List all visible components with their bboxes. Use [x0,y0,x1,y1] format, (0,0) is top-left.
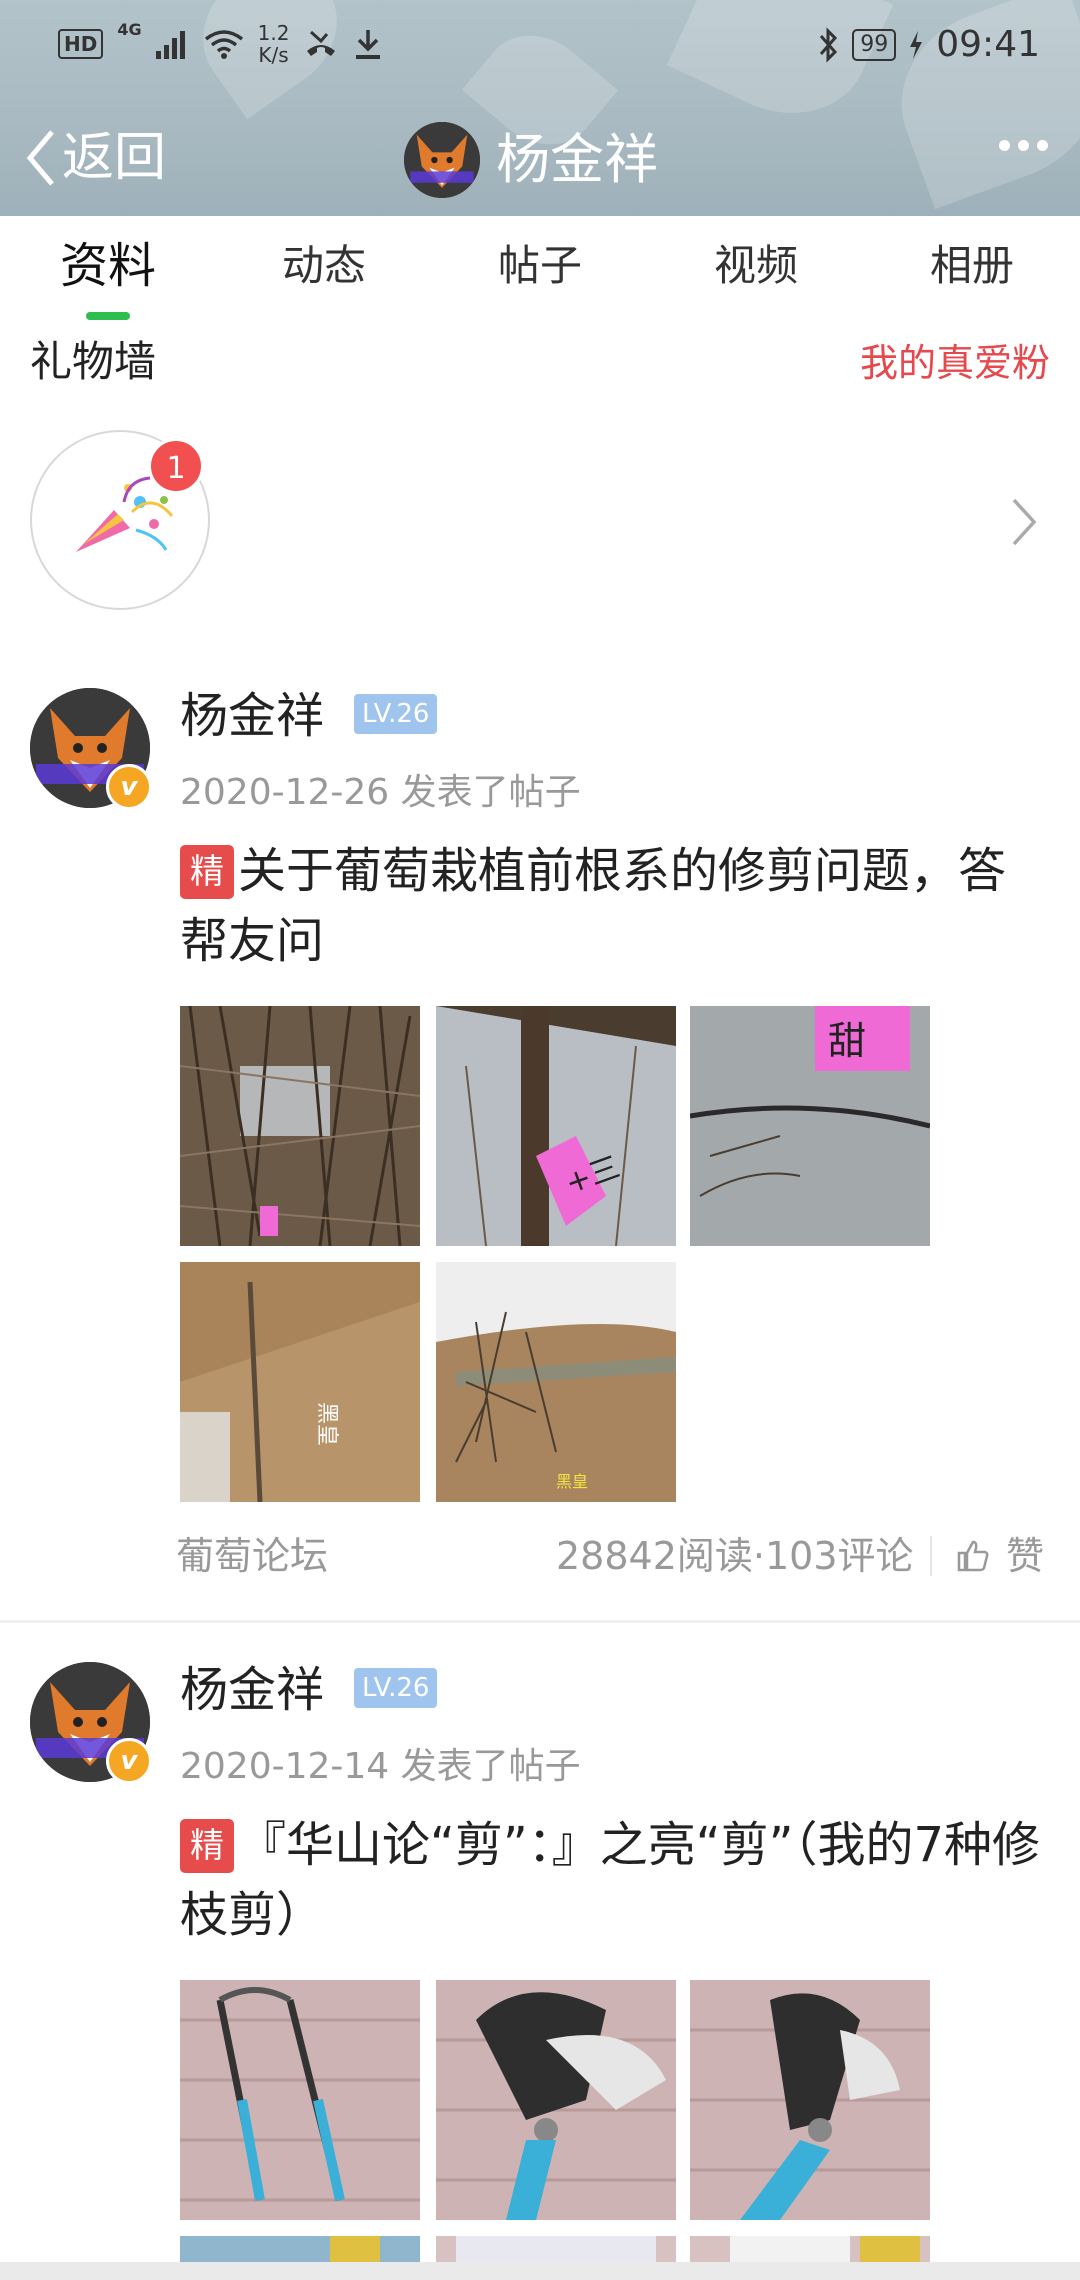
post-image[interactable] [180,1980,420,2220]
verified-badge-icon: v [106,764,152,810]
tab-activity[interactable]: 动态 [244,238,404,294]
post-author[interactable]: 杨金祥 [180,684,324,748]
thumbs-up-icon [957,1540,989,1572]
more-options-button[interactable] [999,140,1048,151]
tool-photo [690,2236,930,2262]
post-image[interactable] [180,1006,420,1246]
clock: 09:41 [936,24,1040,65]
net-speed-value: 1.2 [257,21,290,45]
cutting-in-box-photo: 黑皇 [180,1262,420,1502]
page-title: 杨金祥 [496,128,658,191]
thumb-label: 黑皇 [314,1402,339,1446]
more-dot [1037,140,1048,151]
post-date: 2020-12-14 [180,1746,390,1787]
hd-icon: HD [58,29,104,59]
featured-tag: 精 [180,1819,234,1873]
post-title-text: 『华山论“剪”：』之亮“剪”（我的7种修枝剪） [180,1817,1041,1943]
net-speed-unit: K/s [258,43,289,67]
thumb-label: 黑皇 [556,1472,588,1491]
verified-badge-icon: v [106,1738,152,1784]
post-image[interactable] [436,1980,676,2220]
network-type: 4G [117,20,142,39]
pruning-shears-photo [690,1980,930,2220]
post-image[interactable] [690,1980,930,2220]
post-meta: 2020-12-14 发表了帖子 [180,1742,581,1792]
post-author[interactable]: 杨金祥 [180,1658,324,1722]
post-action: 发表了帖子 [400,772,581,813]
post-image[interactable] [180,2236,420,2262]
back-button[interactable]: 返回 [24,126,166,190]
bottom-edge [0,2262,1080,2280]
post-image[interactable]: 黑皇 [436,1262,676,1502]
featured-tag: 精 [180,845,234,899]
chevron-left-icon [26,130,54,186]
post-meta: 2020-12-26 发表了帖子 [180,768,581,818]
post-title-text: 关于葡萄栽植前根系的修剪问题，答帮友问 [180,843,1007,969]
fox-avatar-image [404,122,480,198]
roots-photo [180,1006,420,1246]
profile-tabs: 资料 动态 帖子 视频 相册 [0,216,1080,328]
bluetooth-icon [820,27,838,63]
gift-wall-title: 礼物墙 [30,337,157,386]
post-image[interactable]: 甜 [690,1006,930,1246]
profile-header: 杨金祥 [404,122,658,198]
loppers-photo [180,1980,420,2220]
post-image[interactable] [436,2236,676,2262]
tab-profile[interactable]: 资料 [28,238,188,294]
post-divider [0,1620,1080,1623]
roots-photo: 甜 [690,1006,930,1246]
wifi-icon [204,30,243,59]
post-title[interactable]: 精『华山论“剪”：』之亮“剪”（我的7种修枝剪） [180,1810,1050,1950]
post-image[interactable] [690,2236,930,2262]
level-badge: LV.26 [354,1668,438,1708]
missed-call-icon [307,30,336,56]
charging-icon [910,31,923,59]
status-bar: HD 4G 1.2 K/s 99 09:41 [0,0,1080,90]
tool-photo [180,2236,420,2262]
tab-videos[interactable]: 视频 [676,238,836,294]
like-label: 赞 [1006,1534,1045,1578]
post-date: 2020-12-26 [180,772,390,813]
divider [930,1536,932,1576]
avatar[interactable] [404,122,480,198]
post-stats: 28842阅读·103评论 [556,1534,914,1578]
header-bar: HD 4G 1.2 K/s 99 09:41 返回 杨金祥 [0,0,1080,216]
tool-photo [436,2236,676,2262]
download-icon [356,30,381,59]
svg-text:甜: 甜 [828,1019,866,1063]
active-tab-indicator [86,312,130,320]
pruning-shears-photo [436,1980,676,2220]
cutting-roots-photo: 黑皇 [436,1262,676,1502]
back-label: 返回 [62,128,167,188]
post-action: 发表了帖子 [400,1746,581,1787]
true-fans-link[interactable]: 我的真爱粉 [860,336,1050,390]
post-image[interactable]: 黑皇 [180,1262,420,1502]
post-title[interactable]: 精关于葡萄栽植前根系的修剪问题，答帮友问 [180,836,1050,976]
battery-indicator: 99 [852,29,897,61]
like-button[interactable]: 赞 [956,1528,1044,1584]
roots-photo: +三 [436,1006,676,1246]
navigation-bar: 返回 杨金祥 [0,112,1080,212]
tab-posts[interactable]: 帖子 [460,238,620,294]
signal-icon [155,31,185,59]
level-badge: LV.26 [354,694,438,734]
chevron-right-icon[interactable] [1004,492,1044,552]
net-speed: 1.2 K/s [258,22,290,66]
forum-link[interactable]: 葡萄论坛 [176,1528,328,1584]
more-dot [999,140,1010,151]
gift-count-badge: 1 [148,438,204,494]
post-image[interactable]: +三 [436,1006,676,1246]
more-dot [1018,140,1029,151]
tab-albums[interactable]: 相册 [892,238,1052,294]
